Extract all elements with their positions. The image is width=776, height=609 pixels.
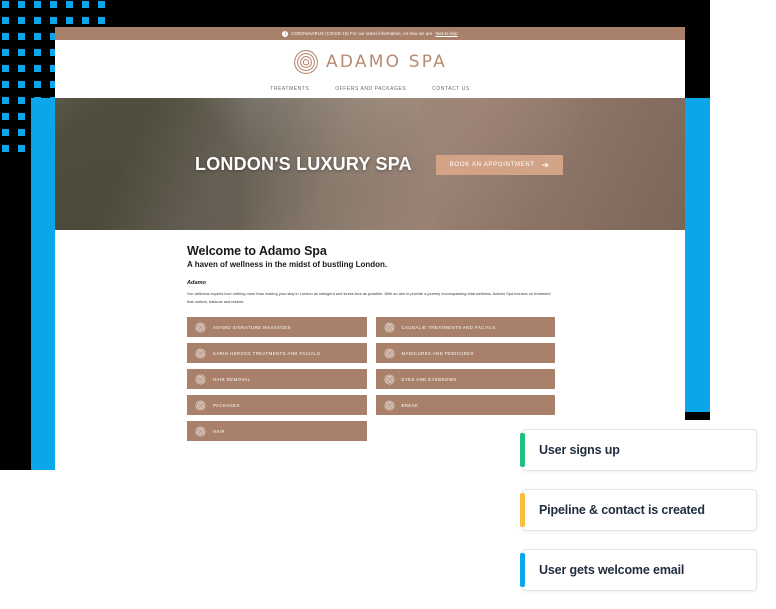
welcome-body-text: Our wellness experts love nothing more t… [187, 291, 551, 304]
grid-dot [50, 17, 57, 24]
spa-tile-icon [384, 400, 394, 411]
grid-dot [18, 145, 25, 152]
adamo-spa-logo-mark-icon [294, 49, 318, 74]
grid-dot [2, 97, 9, 104]
blue-accent-bar-left [31, 98, 56, 470]
workflow-card[interactable]: Pipeline & contact is created [520, 489, 757, 531]
book-appointment-label: BOOK AN APPOINTMENT [449, 161, 535, 168]
grid-dot [50, 1, 57, 8]
treatment-button-label: HAIR [213, 428, 226, 434]
treatment-button-label: HAIR REMOVAL [213, 376, 251, 382]
grid-dot [34, 33, 41, 40]
nav-link-offers-and-packages[interactable]: OFFERS AND PACKAGES [335, 86, 406, 92]
spa-tile-icon [384, 374, 394, 385]
grid-dot [2, 17, 9, 24]
grid-dot [98, 1, 105, 8]
treatment-button-label: BREAK [401, 402, 419, 408]
grid-dot [18, 65, 25, 72]
grid-dot [34, 17, 41, 24]
spa-tile-icon [195, 348, 206, 359]
info-icon: i [282, 30, 289, 37]
grid-dot [82, 17, 89, 24]
book-appointment-button[interactable]: BOOK AN APPOINTMENT [435, 154, 563, 175]
site-logo-text: ADAMO SPA [326, 51, 447, 72]
treatment-button-label: KARIN HERZOG TREATMENTS AND FACIALS [213, 350, 321, 356]
workflow-cards-panel: User signs up Pipeline & contact is creat… [500, 420, 776, 609]
hero-content: LONDON'S LUXURY SPA BOOK AN APPOINTMENT [195, 154, 563, 175]
grid-dot [2, 33, 9, 40]
workflow-card-accent [520, 493, 525, 527]
treatment-button[interactable]: EYES AND EYEBROWS [375, 369, 555, 390]
grid-dot [2, 113, 9, 120]
workflow-card[interactable]: User signs up [520, 429, 757, 471]
spa-tile-icon [384, 348, 394, 359]
welcome-title: Welcome to Adamo Spa [187, 244, 327, 258]
workflow-card[interactable]: User gets welcome email [520, 549, 757, 591]
grid-dot [34, 81, 41, 88]
treatment-button[interactable]: BREAK [375, 395, 555, 416]
covid-notice-text: CORONAVIRUS (COVID-19) For our latest in… [291, 31, 433, 36]
treatment-button-label: CAUDALIE TREATMENTS AND FACIALS [401, 324, 496, 330]
site-header: ADAMO SPA TREATMENTS OFFERS AND PACKAGES… [55, 40, 685, 98]
treatment-button[interactable]: HAIR [187, 421, 367, 442]
covid-help-link[interactable]: here to help [435, 31, 457, 36]
workflow-card-label: User gets welcome email [539, 563, 685, 577]
treatment-button-label: MANICURES AND PEDICURES [401, 350, 474, 356]
main-navigation: TREATMENTS OFFERS AND PACKAGES CONTACT U… [270, 86, 470, 92]
hero-title: LONDON'S LUXURY SPA [195, 154, 412, 174]
workflow-card-label: Pipeline & contact is created [539, 503, 705, 517]
welcome-subtitle: A haven of wellness in the midst of bust… [187, 260, 388, 269]
treatment-button-label: PACKAGES [213, 402, 240, 408]
site-logo[interactable]: ADAMO SPA [293, 49, 447, 75]
spa-tile-icon [384, 322, 394, 333]
spa-tile-icon [195, 374, 206, 385]
grid-dot [18, 1, 25, 8]
grid-dot [18, 33, 25, 40]
arrow-right-icon [541, 162, 549, 167]
treatment-button-label: EYES AND EYEBROWS [401, 376, 457, 382]
treatment-button[interactable]: ADAMO SIGNATURE MASSAGES [187, 317, 367, 338]
grid-dot [82, 1, 89, 8]
spa-website-mockup: i CORONAVIRUS (COVID-19) For our latest … [55, 27, 685, 470]
grid-dot [2, 129, 9, 136]
workflow-card-accent [520, 433, 525, 467]
grid-dot [18, 49, 25, 56]
grid-dot [18, 81, 25, 88]
grid-dot [98, 17, 105, 24]
treatment-button[interactable]: HAIR REMOVAL [187, 369, 367, 390]
grid-dot [66, 1, 73, 8]
nav-link-contact-us[interactable]: CONTACT US [432, 86, 470, 92]
treatment-button[interactable]: KARIN HERZOG TREATMENTS AND FACIALS [187, 343, 367, 364]
workflow-card-accent [520, 553, 525, 587]
treatment-button[interactable]: MANICURES AND PEDICURES [375, 343, 555, 364]
grid-dot [2, 65, 9, 72]
treatment-button[interactable]: CAUDALIE TREATMENTS AND FACIALS [375, 317, 555, 338]
grid-dot [2, 145, 9, 152]
treatment-button-label: ADAMO SIGNATURE MASSAGES [213, 324, 291, 330]
grid-dot [18, 129, 25, 136]
blue-accent-bar-right [685, 98, 710, 412]
grid-dot [18, 97, 25, 104]
treatment-button[interactable]: PACKAGES [187, 395, 367, 416]
grid-dot [34, 65, 41, 72]
spa-tile-icon [195, 400, 206, 411]
grid-dot [2, 49, 9, 56]
welcome-kicker: Adamo [187, 280, 206, 286]
nav-link-treatments[interactable]: TREATMENTS [270, 86, 309, 92]
grid-dot [34, 1, 41, 8]
grid-dot [34, 49, 41, 56]
spa-tile-icon [195, 426, 206, 437]
spa-tile-icon [195, 322, 206, 333]
grid-dot [2, 1, 9, 8]
covid-notice-banner: i CORONAVIRUS (COVID-19) For our latest … [55, 27, 685, 40]
welcome-section: Welcome to Adamo Spa A haven of wellness… [55, 230, 685, 306]
workflow-card-label: User signs up [539, 443, 620, 457]
grid-dot [18, 113, 25, 120]
hero-banner: LONDON'S LUXURY SPA BOOK AN APPOINTMENT [55, 98, 685, 230]
grid-dot [2, 81, 9, 88]
grid-dot [66, 17, 73, 24]
grid-dot [18, 17, 25, 24]
